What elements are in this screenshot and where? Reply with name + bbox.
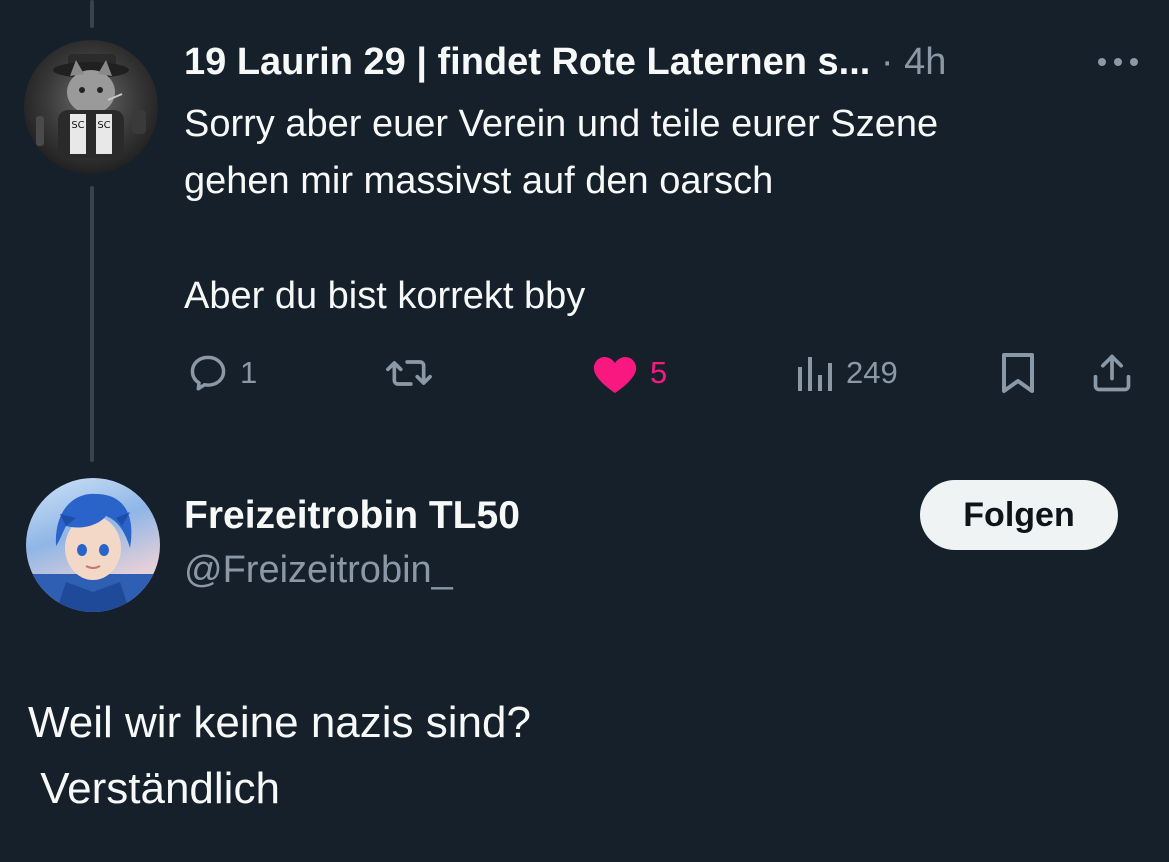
svg-text:SC: SC bbox=[97, 120, 110, 131]
ellipsis-icon[interactable] bbox=[1096, 52, 1140, 72]
thread-line-top bbox=[90, 0, 94, 28]
tweet-timestamp[interactable]: 4h bbox=[904, 41, 946, 83]
like-count: 5 bbox=[650, 355, 668, 390]
retweet-icon bbox=[386, 360, 432, 386]
tweet-text-line: Aber du bist korrekt bby bbox=[184, 275, 586, 317]
reply-author-name[interactable]: Freizeitrobin TL50 bbox=[184, 492, 520, 540]
bookmark-button[interactable] bbox=[998, 350, 1038, 396]
reply-text-line: Verständlich bbox=[28, 764, 280, 813]
views-count: 249 bbox=[846, 355, 898, 390]
reply-author-avatar[interactable] bbox=[26, 478, 160, 612]
tweet-author-name[interactable]: 19 Laurin 29 | findet Rote Laternen s... bbox=[184, 41, 870, 83]
tweet-text-line: Sorry aber euer Verein und teile eurer S… bbox=[184, 103, 939, 145]
retweet-button[interactable] bbox=[384, 350, 434, 396]
views-icon bbox=[798, 357, 832, 391]
tweet-author-avatar[interactable]: SC SC bbox=[24, 40, 158, 174]
tweet-text: Sorry aber euer Verein und teile eurer S… bbox=[184, 96, 1134, 325]
svg-text:SC: SC bbox=[71, 120, 84, 131]
follow-button[interactable]: Folgen bbox=[920, 480, 1118, 550]
like-button[interactable]: 5 bbox=[590, 350, 667, 396]
bookmark-icon bbox=[1002, 353, 1034, 393]
heart-icon bbox=[593, 357, 637, 393]
tweet-separator-dot: · bbox=[880, 41, 894, 83]
reply-icon bbox=[190, 355, 226, 391]
reply-count: 1 bbox=[240, 355, 258, 390]
tweet-header: 19 Laurin 29 | findet Rote Laternen s...… bbox=[184, 38, 946, 86]
share-icon bbox=[1093, 354, 1131, 392]
views-button[interactable]: 249 bbox=[796, 350, 898, 396]
thread-line bbox=[90, 186, 94, 462]
reply-text: Weil wir keine nazis sind? Verständlich bbox=[28, 690, 1128, 822]
reply-text-line: Weil wir keine nazis sind? bbox=[28, 698, 531, 747]
reply-button[interactable]: 1 bbox=[186, 350, 257, 396]
tweet-text-line: gehen mir massivst auf den oarsch bbox=[184, 160, 774, 202]
share-button[interactable] bbox=[1090, 350, 1134, 396]
reply-author-handle[interactable]: @Freizeitrobin_ bbox=[184, 546, 453, 594]
